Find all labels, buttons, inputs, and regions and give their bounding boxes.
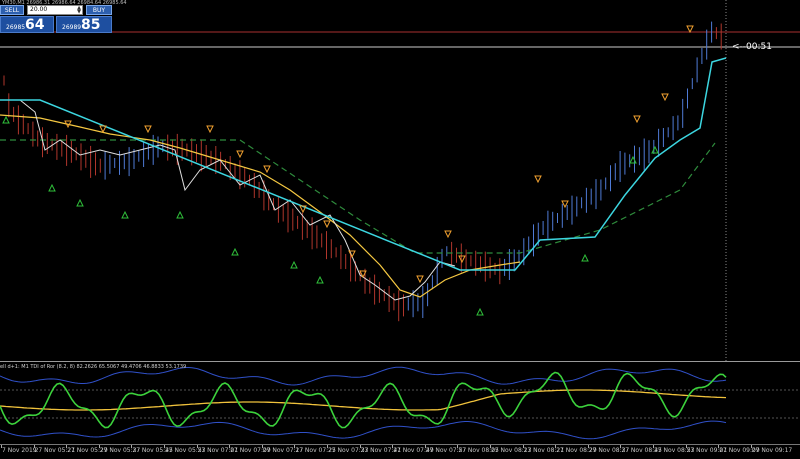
down-signal-arrow bbox=[686, 25, 694, 34]
lot-size-input[interactable]: 20.00 ▲ ▼ bbox=[27, 5, 83, 15]
down-signal-arrow bbox=[263, 165, 271, 174]
down-signal-arrow bbox=[416, 275, 424, 284]
buy-price-box[interactable]: 26989 85 bbox=[56, 16, 112, 33]
candle-timer: <--00:51 bbox=[732, 42, 772, 52]
buy-price-prefix: 26989 bbox=[62, 24, 82, 31]
up-signal-arrow bbox=[231, 247, 239, 256]
trail-stop-line bbox=[0, 57, 727, 271]
down-signal-arrow bbox=[323, 220, 331, 229]
price-jagged-line bbox=[0, 99, 456, 301]
down-signal-arrow bbox=[236, 150, 244, 159]
down-signal-arrow bbox=[661, 93, 669, 102]
up-signal-arrow bbox=[651, 145, 659, 154]
tdi-signal-line bbox=[0, 389, 727, 411]
tdi-rsi-line bbox=[0, 371, 727, 429]
up-signal-arrow bbox=[476, 307, 484, 316]
up-signal-arrow bbox=[581, 253, 589, 262]
up-signal-arrow bbox=[290, 260, 298, 269]
up-signal-arrow bbox=[48, 183, 56, 192]
time-label: 7 Nov 2019 bbox=[2, 447, 37, 454]
down-signal-arrow bbox=[348, 250, 356, 259]
down-signal-arrow bbox=[206, 125, 214, 134]
lot-size-value: 20.00 bbox=[30, 6, 48, 13]
down-signal-arrow bbox=[633, 115, 641, 124]
price-chart[interactable] bbox=[0, 0, 800, 362]
sell-price-pips: 64 bbox=[25, 17, 45, 33]
indicator-title: ell d+1: M1 TDI of Ror (8.2, 8) 82.2626 … bbox=[0, 364, 187, 370]
down-signal-arrow bbox=[444, 230, 452, 239]
sell-price-box[interactable]: 26985 64 bbox=[0, 16, 54, 33]
up-signal-arrow bbox=[176, 210, 184, 219]
down-signal-arrow bbox=[534, 175, 542, 184]
sell-button[interactable]: SELL bbox=[0, 5, 24, 15]
tdi-indicator-chart[interactable] bbox=[0, 362, 800, 444]
up-signal-arrow bbox=[2, 115, 10, 124]
slow-dashed-line bbox=[0, 139, 716, 254]
sell-price-prefix: 26985 bbox=[6, 24, 26, 31]
time-axis: 7 Nov 2019 27 Nov 05:21 27 Nov 05:29 27 Nov… bbox=[0, 444, 800, 459]
buy-price-pips: 85 bbox=[81, 17, 101, 33]
up-signal-arrow bbox=[76, 198, 84, 207]
down-signal-arrow bbox=[458, 255, 466, 264]
down-signal-arrow bbox=[144, 125, 152, 134]
lot-spinner-icon[interactable]: ▲ ▼ bbox=[77, 6, 81, 15]
down-signal-arrow bbox=[99, 125, 107, 134]
up-signal-arrow bbox=[629, 155, 637, 164]
buy-button[interactable]: BUY bbox=[86, 5, 112, 15]
one-click-trading-panel: YM30,M1 26986.31 26986.64 26984.64 26985… bbox=[0, 0, 127, 34]
up-signal-arrow bbox=[121, 210, 129, 219]
tdi-lower-band bbox=[0, 420, 727, 440]
up-signal-arrow bbox=[316, 275, 324, 284]
time-label: 27 Nov 09:17 bbox=[751, 447, 793, 454]
